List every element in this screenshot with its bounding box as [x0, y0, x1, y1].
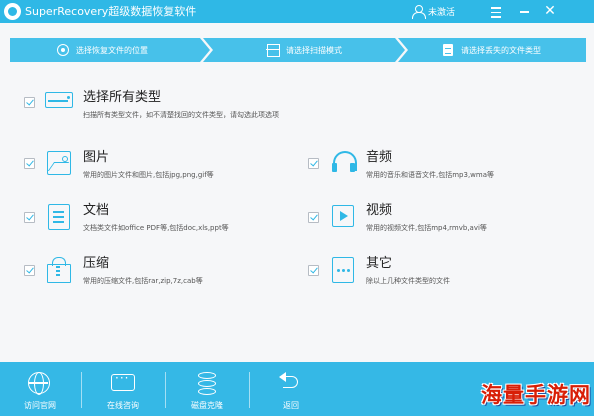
- audio-title: 音频: [366, 150, 393, 165]
- image-checkbox[interactable]: [24, 158, 35, 169]
- step-select-file-type[interactable]: 请选择丢失的文件类型: [398, 38, 586, 62]
- watermark: 海量手游网: [481, 383, 591, 407]
- minimize-button[interactable]: [516, 3, 532, 19]
- archive-checkbox[interactable]: [24, 265, 35, 276]
- visit-website-label: 访问官网: [24, 401, 56, 410]
- video-checkbox[interactable]: [308, 212, 319, 223]
- disk-clone-label: 磁盘克隆: [191, 401, 223, 410]
- scan-icon: [266, 44, 280, 57]
- drive-icon: [45, 92, 73, 108]
- step-label: 选择恢复文件的位置: [76, 45, 148, 55]
- other-title: 其它: [366, 256, 393, 271]
- activation-status: 未激活: [428, 8, 456, 18]
- select-all-title: 选择所有类型: [83, 90, 162, 105]
- document-title: 文档: [83, 203, 110, 218]
- archive-icon: [47, 257, 71, 283]
- file-type-panel: 选择所有类型 扫描所有类型文件，如不清楚找回的文件类型，请勾选此项选项 图片 常…: [0, 62, 594, 362]
- archive-description: 常用的压缩文件,包括rar,zip,7z,cab等: [83, 277, 203, 285]
- back-icon: [279, 372, 303, 394]
- close-button[interactable]: ✕: [542, 3, 558, 19]
- disk-clone-button[interactable]: 磁盘克隆: [166, 362, 248, 416]
- menu-button[interactable]: [488, 3, 504, 19]
- app-logo-icon: [4, 3, 21, 20]
- video-title: 视频: [366, 203, 393, 218]
- step-select-scan-mode[interactable]: 请选择扫描模式: [203, 38, 405, 62]
- select-all-checkbox[interactable]: [24, 97, 35, 108]
- user-icon: [412, 4, 426, 19]
- image-description: 常用的图片文件和图片,包括jpg,png,gif等: [83, 171, 214, 179]
- other-description: 除以上几种文件类型的文件: [366, 277, 450, 285]
- globe-icon: [28, 372, 50, 395]
- archive-title: 压缩: [83, 256, 110, 271]
- video-description: 常用的视频文件,包括mp4,rmvb,avi等: [366, 224, 487, 232]
- visit-website-button[interactable]: 访问官网: [0, 362, 80, 416]
- audio-checkbox[interactable]: [308, 158, 319, 169]
- select-all-description: 扫描所有类型文件，如不清楚找回的文件类型，请勾选此项选项: [83, 111, 279, 119]
- image-icon: [47, 151, 71, 175]
- step-select-location[interactable]: 选择恢复文件的位置: [10, 38, 210, 62]
- document-description: 文档类文件如office PDF等,包括doc,xls,ppt等: [83, 224, 229, 232]
- database-icon: [198, 372, 216, 396]
- app-title: SuperRecovery超级数据恢复软件: [25, 5, 197, 18]
- chat-icon: [111, 371, 135, 391]
- other-checkbox[interactable]: [308, 265, 319, 276]
- online-consult-button[interactable]: 在线咨询: [82, 362, 164, 416]
- back-button[interactable]: 返回: [250, 362, 332, 416]
- other-file-icon: [332, 257, 354, 283]
- online-consult-label: 在线咨询: [107, 401, 139, 410]
- audio-description: 常用的音乐和语音文件,包括mp3,wma等: [366, 171, 494, 179]
- user-account[interactable]: 未激活: [412, 3, 455, 20]
- steps-bar: 选择恢复文件的位置 请选择扫描模式 请选择丢失的文件类型: [10, 38, 586, 62]
- step-label: 请选择丢失的文件类型: [461, 45, 541, 55]
- target-icon: [57, 44, 69, 56]
- file-icon: [442, 44, 454, 56]
- headphones-icon: [331, 150, 357, 174]
- step-label: 请选择扫描模式: [286, 45, 342, 55]
- back-label: 返回: [283, 401, 299, 410]
- title-bar: SuperRecovery超级数据恢复软件 未激活 ✕: [0, 0, 594, 23]
- video-icon: [332, 205, 354, 227]
- document-checkbox[interactable]: [24, 212, 35, 223]
- image-title: 图片: [83, 150, 110, 165]
- document-icon: [48, 204, 70, 230]
